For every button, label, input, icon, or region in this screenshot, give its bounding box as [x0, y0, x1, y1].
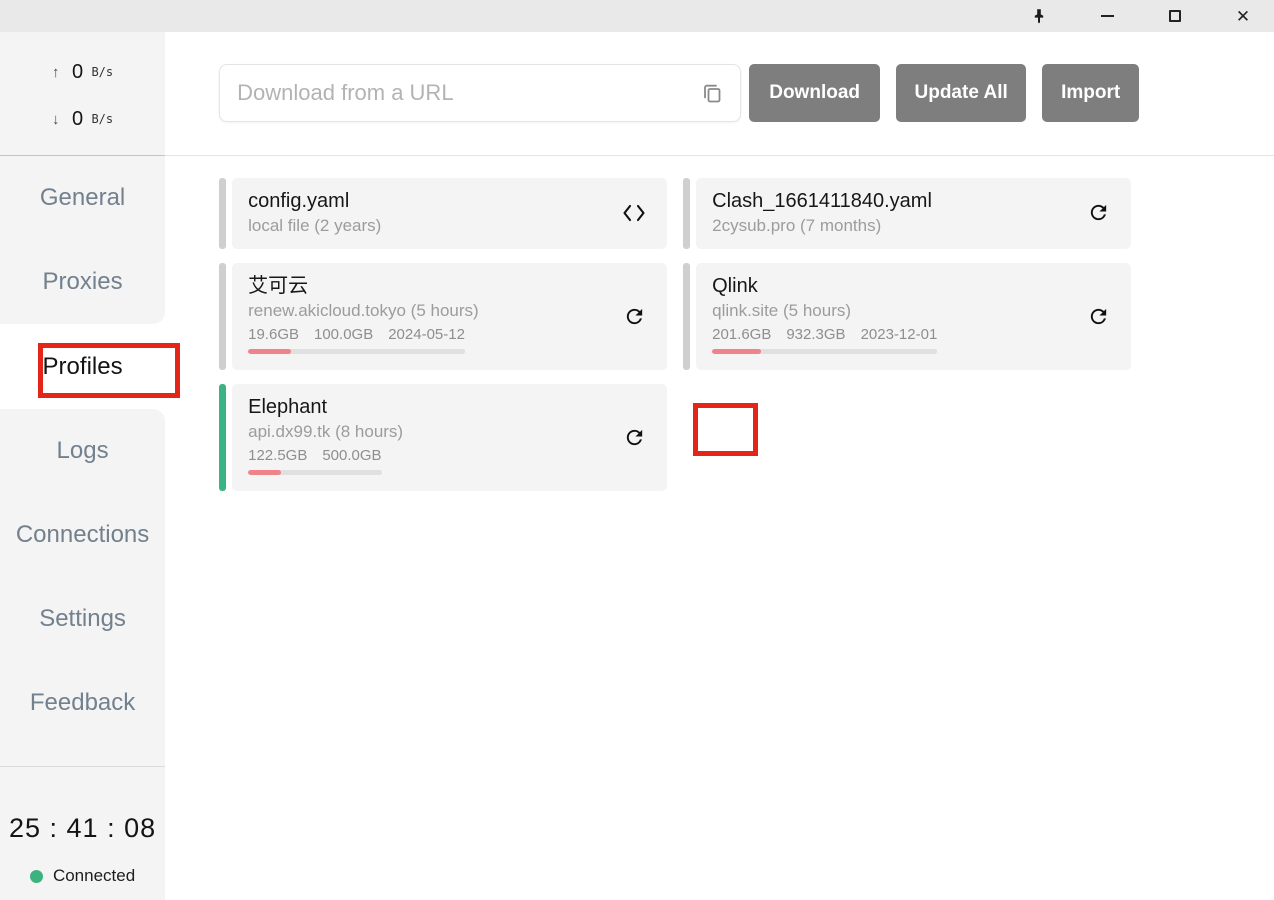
profile-usage: 201.6GB 932.3GB 2023-12-01 [712, 325, 937, 354]
profile-usage: 122.5GB 500.0GB [248, 446, 381, 475]
sidebar-item-feedback[interactable]: Feedback [0, 661, 165, 745]
download-speed-value: 0 [72, 108, 83, 131]
window-controls: ✕ [1030, 0, 1274, 32]
profile-subtitle: local file (2 years) [248, 215, 611, 238]
refresh-icon[interactable] [1081, 201, 1115, 224]
sidebar-item-logs[interactable]: Logs [0, 409, 165, 493]
profile-subtitle: qlink.site (5 hours) [712, 300, 1075, 323]
sidebar-item-proxies[interactable]: Proxies [0, 240, 165, 324]
upload-arrow-icon: ↑ [52, 64, 72, 81]
connection-status: Connected [30, 866, 135, 886]
usage-used: 201.6GB [712, 325, 771, 345]
usage-progress-bar [248, 470, 381, 475]
sidebar-item-general[interactable]: General [0, 156, 165, 240]
sidebar-item-connections[interactable]: Connections [0, 493, 165, 577]
profile-subtitle: api.dx99.tk (8 hours) [248, 421, 611, 444]
usage-used: 19.6GB [248, 325, 299, 345]
sidebar: ↑ 0 B/s ↓ 0 B/s General Proxies Profiles… [0, 32, 165, 900]
profile-card-config-yaml[interactable]: config.yaml local file (2 years) [219, 178, 667, 249]
url-input[interactable] [237, 80, 698, 106]
profile-title: 艾可云 [248, 273, 611, 300]
profile-accent-bar-active [219, 384, 226, 491]
profile-accent-bar [683, 263, 690, 370]
download-speed: ↓ 0 B/s [52, 108, 113, 131]
paste-icon[interactable] [698, 79, 726, 107]
profile-accent-bar [219, 178, 226, 249]
refresh-icon[interactable] [617, 426, 651, 449]
upload-speed: ↑ 0 B/s [52, 61, 113, 84]
profile-card-elephant[interactable]: Elephant api.dx99.tk (8 hours) 122.5GB 5… [219, 384, 667, 491]
profile-title: Elephant [248, 394, 611, 421]
refresh-icon[interactable] [1081, 305, 1115, 328]
close-button[interactable]: ✕ [1234, 7, 1252, 25]
refresh-icon[interactable] [617, 305, 651, 328]
usage-progress-bar [248, 349, 465, 354]
usage-expire-date: 2023-12-01 [861, 325, 938, 345]
profile-usage: 19.6GB 100.0GB 2024-05-12 [248, 325, 465, 354]
usage-total: 500.0GB [322, 446, 381, 466]
profile-accent-bar [683, 178, 690, 249]
import-button[interactable]: Import [1042, 64, 1139, 122]
upload-speed-value: 0 [72, 61, 83, 84]
profile-card-grid: config.yaml local file (2 years) [219, 178, 1274, 491]
usage-total: 100.0GB [314, 325, 373, 345]
profile-subtitle: renew.akicloud.tokyo (5 hours) [248, 300, 611, 323]
profiles-toolbar: Download Update All Import [219, 64, 1274, 122]
connected-label: Connected [53, 866, 135, 886]
usage-progress-bar [712, 349, 937, 354]
sidebar-bottom-section: Logs Connections Settings Feedback 25 : … [0, 409, 165, 900]
traffic-panel: ↑ 0 B/s ↓ 0 B/s [0, 32, 165, 155]
minimize-button[interactable] [1098, 7, 1116, 25]
profile-title: Clash_1661411840.yaml [712, 188, 1075, 215]
upload-speed-unit: B/s [83, 65, 113, 79]
download-arrow-icon: ↓ [52, 111, 72, 128]
download-speed-unit: B/s [83, 112, 113, 126]
pin-icon[interactable] [1030, 7, 1048, 25]
usage-expire-date: 2024-05-12 [388, 325, 465, 345]
profile-title: config.yaml [248, 188, 611, 215]
pin-icon-svg [1031, 8, 1047, 24]
sidebar-top-section: ↑ 0 B/s ↓ 0 B/s General Proxies [0, 32, 165, 324]
url-input-box [219, 64, 741, 122]
update-all-button[interactable]: Update All [896, 64, 1026, 122]
sidebar-item-settings[interactable]: Settings [0, 577, 165, 661]
titlebar: ✕ [0, 0, 1274, 32]
profile-accent-bar [219, 263, 226, 370]
profile-card-qlink[interactable]: Qlink qlink.site (5 hours) 201.6GB 932.3… [683, 263, 1131, 370]
sidebar-footer: 25 : 41 : 08 Connected [0, 766, 165, 900]
download-button[interactable]: Download [749, 64, 880, 122]
uptime-timer: 25 : 41 : 08 [9, 813, 156, 844]
connected-dot-icon [30, 870, 43, 883]
app-window: ✕ ↑ 0 B/s ↓ 0 B/s [0, 0, 1274, 900]
profile-subtitle: 2cysub.pro (7 months) [712, 215, 1075, 238]
profile-card-clash-1661411840[interactable]: Clash_1661411840.yaml 2cysub.pro (7 mont… [683, 178, 1131, 249]
usage-used: 122.5GB [248, 446, 307, 466]
profile-title: Qlink [712, 273, 1075, 300]
sidebar-item-profiles[interactable]: Profiles [0, 324, 165, 409]
profiles-page: Download Update All Import config.yaml l… [165, 32, 1274, 900]
maximize-button[interactable] [1166, 7, 1184, 25]
profile-card-akicloud[interactable]: 艾可云 renew.akicloud.tokyo (5 hours) 19.6G… [219, 263, 667, 370]
usage-total: 932.3GB [786, 325, 845, 345]
code-icon[interactable] [617, 202, 651, 224]
